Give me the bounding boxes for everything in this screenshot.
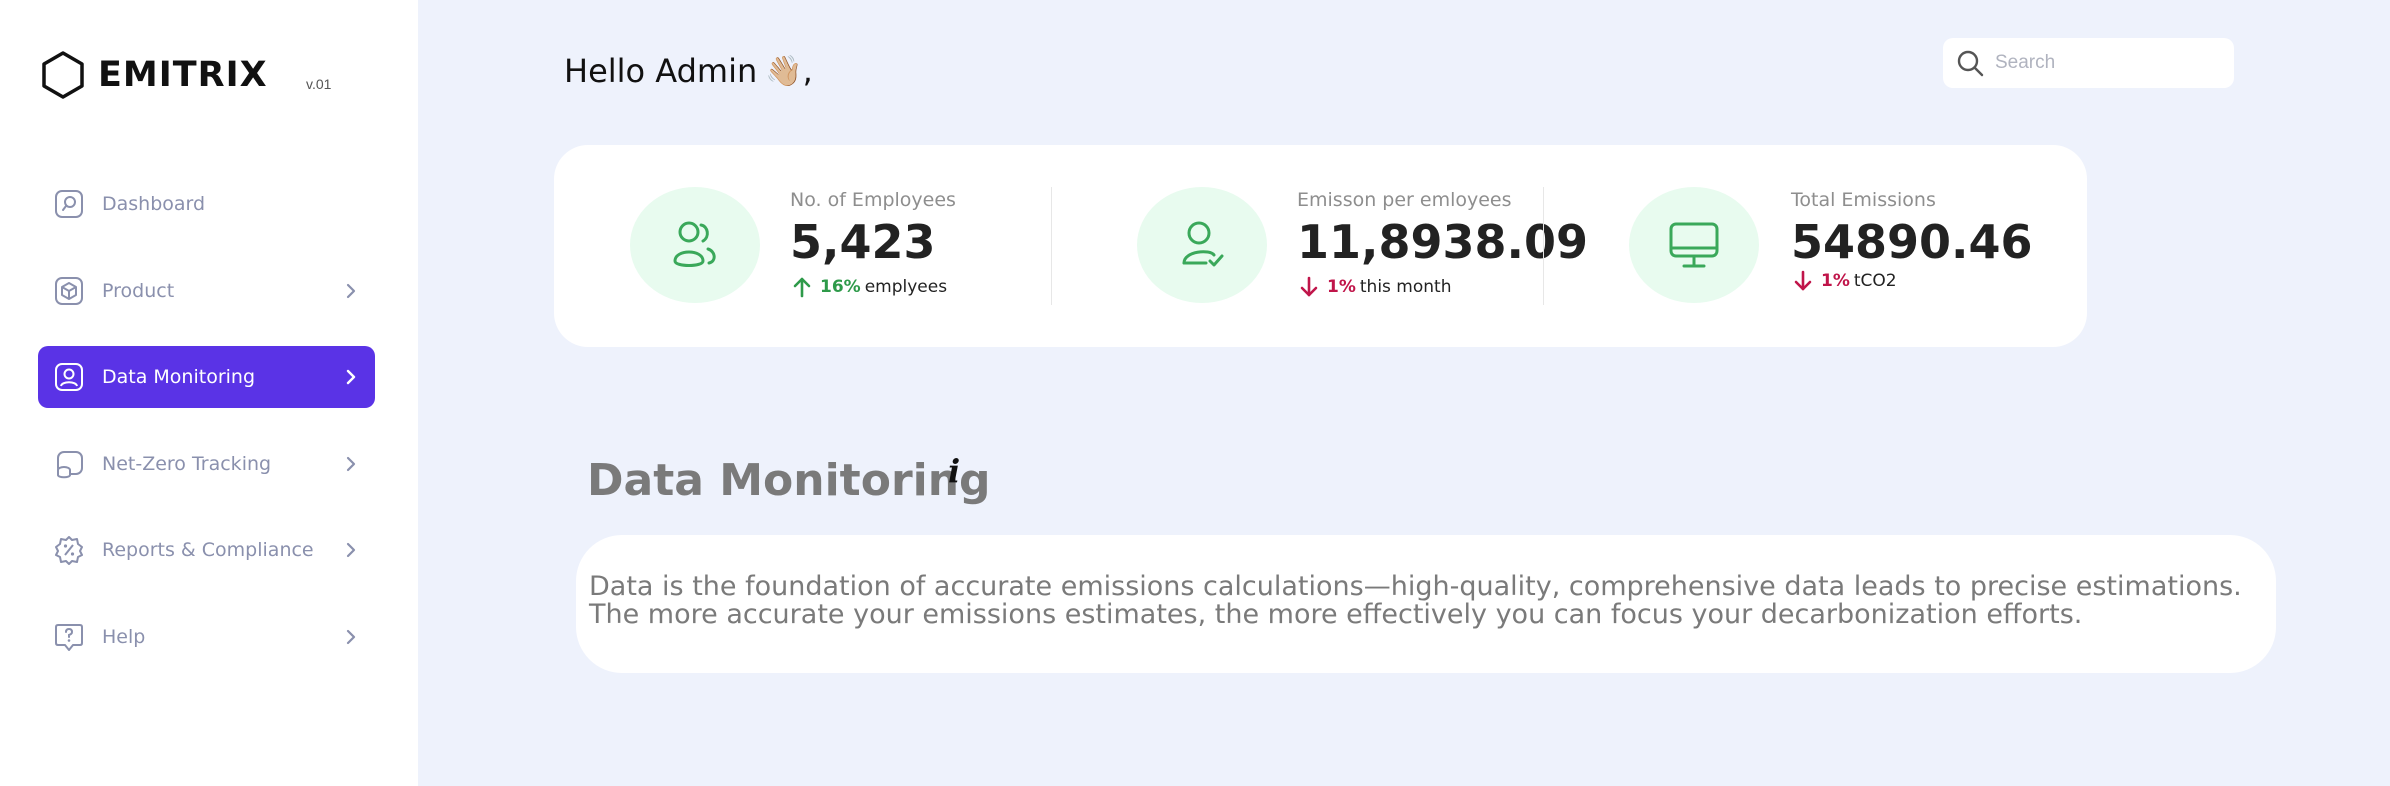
chevron-right-icon (341, 627, 361, 647)
arrow-down-icon (1300, 276, 1318, 297)
sidebar-item-label: Data Monitoring (102, 366, 256, 388)
arrow-up-icon (793, 277, 811, 298)
stat-value: 11,8938.09 (1297, 215, 1589, 269)
trend-text: tCO2 (1853, 271, 1897, 291)
search-icon (1957, 50, 1984, 77)
stat-total-emissions: Total Emissions 54890.46 1% tCO2 (1629, 145, 2059, 347)
box-icon (54, 276, 84, 306)
trend-percent: 16% (820, 277, 861, 297)
stat-label: Emisson per emloyees (1297, 189, 1512, 211)
stat-label: Total Emissions (1791, 189, 1936, 211)
search-box[interactable] (1943, 38, 2234, 88)
stats-card: No. of Employees 5,423 16% emplyees Emis… (554, 145, 2087, 347)
sidebar: EMITRIX v.01 Dashboard Product Data Moni… (0, 0, 418, 786)
stat-value: 54890.46 (1791, 215, 2033, 269)
sidebar-item-data-monitoring[interactable]: Data Monitoring (38, 346, 375, 408)
page-title: Data Monitoring (587, 455, 991, 506)
sidebar-item-label: Net-Zero Tracking (102, 453, 272, 475)
stat-employees: No. of Employees 5,423 16% emplyees (630, 145, 1060, 347)
chevron-right-icon (341, 540, 361, 560)
sidebar-item-reports-compliance[interactable]: Reports & Compliance (38, 519, 375, 581)
logo[interactable]: EMITRIX (40, 50, 268, 100)
arrow-down-icon (1794, 270, 1812, 291)
user-check-icon (1137, 187, 1267, 303)
version-label: v.01 (306, 76, 332, 92)
badge-percent-icon (54, 535, 84, 565)
divider (1543, 187, 1544, 305)
description-card: Data is the foundation of accurate emiss… (576, 535, 2276, 673)
divider (1051, 187, 1052, 305)
help-message-icon (54, 622, 84, 652)
sidebar-item-product[interactable]: Product (38, 260, 375, 322)
trend-text: this month (1359, 277, 1452, 297)
trend-percent: 1% (1821, 271, 1850, 291)
sidebar-item-label: Dashboard (102, 193, 206, 215)
trend-percent: 1% (1327, 277, 1356, 297)
brand-name: EMITRIX (98, 55, 268, 95)
sidebar-item-label: Reports & Compliance (102, 539, 314, 561)
description-text: Data is the foundation of accurate emiss… (589, 571, 2242, 630)
stat-value: 5,423 (790, 215, 936, 269)
stat-trend: 16% emplyees (790, 275, 947, 299)
greeting-comma: , (802, 52, 813, 90)
stat-trend: 1% this month (1297, 275, 1451, 299)
info-icon[interactable]: i (948, 452, 960, 490)
search-input[interactable] (1995, 52, 2215, 74)
stat-label: No. of Employees (790, 189, 956, 211)
sidebar-item-help[interactable]: Help (38, 606, 375, 668)
users-icon (630, 187, 760, 303)
stat-emission-per-employee: Emisson per emloyees 11,8938.09 1% this … (1137, 145, 1588, 347)
sidebar-item-label: Help (102, 626, 146, 648)
chevron-right-icon (341, 281, 361, 301)
hexagon-logo-icon (42, 51, 84, 99)
sidebar-item-dashboard[interactable]: Dashboard (38, 173, 375, 235)
user-square-icon (54, 362, 84, 392)
monitor-icon (1629, 187, 1759, 303)
sidebar-item-net-zero-tracking[interactable]: Net-Zero Tracking (38, 433, 375, 495)
chevron-right-icon (341, 454, 361, 474)
greeting: Hello Admin 👋🏼 , (564, 52, 813, 90)
chevron-right-icon (341, 367, 361, 387)
greeting-text: Hello Admin (564, 52, 758, 90)
search-square-icon (54, 189, 84, 219)
stat-trend: 1% tCO2 (1791, 269, 1897, 293)
wave-emoji: 👋🏼 (765, 53, 803, 89)
sidebar-item-label: Product (102, 280, 175, 302)
trend-text: emplyees (864, 277, 948, 297)
coins-icon (54, 449, 84, 479)
